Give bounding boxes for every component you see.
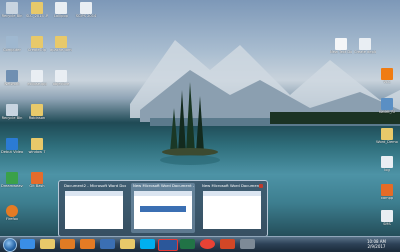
desktop-icon-git[interactable]: Git Bash bbox=[26, 172, 48, 188]
desktop-icon-file[interactable]: objective bbox=[50, 70, 72, 86]
desktop-icon-file[interactable]: Create deployment bbox=[354, 38, 376, 54]
folder-icon bbox=[381, 128, 393, 140]
document-image bbox=[140, 206, 186, 212]
text-file-icon bbox=[335, 38, 347, 50]
desktop-icon-xampp[interactable]: xampp bbox=[376, 184, 398, 200]
app-icon[interactable] bbox=[240, 239, 255, 249]
taskbar: 10:08 AM 2/9/2017 bbox=[0, 236, 400, 252]
desktop-icon-network[interactable]: Network bbox=[1, 70, 23, 86]
taskbar-preview-panel: Document2 - Microsoft Word Document New … bbox=[58, 180, 268, 236]
system-clock[interactable]: 10:08 AM 2/9/2017 bbox=[367, 239, 386, 249]
ie-icon[interactable] bbox=[20, 239, 35, 249]
desktop-icon-folder[interactable]: window 7 bbox=[26, 138, 48, 154]
media-player-icon[interactable] bbox=[60, 239, 75, 249]
network-icon bbox=[6, 70, 18, 82]
desktop-icon-vlc[interactable]: VLC bbox=[376, 68, 398, 84]
skype-icon[interactable] bbox=[140, 239, 155, 249]
recycle-bin-icon bbox=[6, 2, 18, 14]
desktop-icon-file[interactable]: eclipse.ipp bbox=[26, 70, 48, 86]
computer-icon bbox=[6, 36, 18, 48]
dreamweaver-icon bbox=[6, 172, 18, 184]
desktop-icon-folder[interactable]: CreateTrip bbox=[26, 36, 48, 52]
desktop-icon-folder[interactable]: apache-tomcat bbox=[50, 36, 72, 52]
desktop-icon-computer[interactable]: Computer bbox=[1, 36, 23, 52]
window-thumbnail-active[interactable]: New Microsoft Word Document - Microsoft … bbox=[131, 183, 195, 233]
window-thumbnail[interactable]: Document2 - Microsoft Word Document bbox=[62, 183, 126, 233]
desktop-icon-folder[interactable]: SLC_2014 .RRF bbox=[26, 2, 48, 18]
document-preview bbox=[134, 191, 192, 229]
desktop-icon-recycle-bin[interactable]: Recycle Bin bbox=[1, 2, 23, 18]
thumbnail-title: New Microsoft Word Document - Microsoft … bbox=[133, 183, 195, 188]
desktop-icon-folder[interactable]: Robinson bbox=[26, 104, 48, 120]
document-preview bbox=[203, 191, 261, 229]
file-icon bbox=[381, 156, 393, 168]
explorer-icon[interactable] bbox=[40, 239, 55, 249]
desktop-icon-text-file[interactable]: New Text Document bbox=[330, 38, 352, 54]
desktop-icon-app[interactable]: Kedrit_Rl bbox=[376, 98, 398, 114]
folder-icon bbox=[55, 36, 67, 48]
file-icon bbox=[55, 2, 67, 14]
desktop-icon-file[interactable]: SCIPS 2014 bbox=[75, 2, 97, 18]
close-icon[interactable] bbox=[259, 184, 263, 188]
chrome-icon[interactable] bbox=[200, 239, 215, 249]
desktop-icon-folder[interactable]: Word_Demo bbox=[376, 128, 398, 144]
vlc-icon bbox=[381, 68, 393, 80]
git-icon bbox=[31, 172, 43, 184]
thumbnail-title: Document2 - Microsoft Word Document bbox=[64, 183, 126, 188]
desktop-icon-recycle-bin[interactable]: Recycle Bin bbox=[1, 104, 23, 120]
folder-icon[interactable] bbox=[120, 239, 135, 249]
recycle-bin-icon bbox=[6, 104, 18, 116]
document-preview bbox=[65, 191, 123, 229]
word-icon[interactable] bbox=[158, 239, 178, 251]
file-icon bbox=[31, 70, 43, 82]
desktop: Recycle Bin SLC_2014 .RRF Lollipop SCIPS… bbox=[0, 0, 400, 236]
file-icon bbox=[55, 70, 67, 82]
folder-icon bbox=[31, 36, 43, 48]
folder-icon bbox=[31, 2, 43, 14]
outlook-icon[interactable] bbox=[100, 239, 115, 249]
thumbnail-title: New Microsoft Word Document - Microsoft … bbox=[202, 183, 264, 188]
desktop-icon-file[interactable]: Lollipop bbox=[50, 2, 72, 18]
desktop-icon-dreamweaver[interactable]: Dreamweaver CS5 bbox=[1, 172, 23, 188]
desktop-icon-firefox[interactable]: Firefox bbox=[1, 205, 23, 221]
excel-icon[interactable] bbox=[180, 239, 195, 249]
folder-icon bbox=[31, 138, 43, 150]
folder-icon bbox=[31, 104, 43, 116]
firefox-icon[interactable] bbox=[80, 239, 95, 249]
file-icon bbox=[359, 38, 371, 50]
powerpoint-icon[interactable] bbox=[220, 239, 235, 249]
file-icon bbox=[381, 210, 393, 222]
video-icon bbox=[6, 138, 18, 150]
clock-date: 2/9/2017 bbox=[367, 244, 386, 249]
desktop-icon-video[interactable]: Debut Video Capture bbox=[1, 138, 23, 154]
desktop-icon-file[interactable]: SMS bbox=[376, 210, 398, 226]
file-icon bbox=[80, 2, 92, 14]
window-thumbnail[interactable]: New Microsoft Word Document - Microsoft … bbox=[200, 183, 264, 233]
app-icon bbox=[381, 98, 393, 110]
desktop-icon-file[interactable]: log bbox=[376, 156, 398, 172]
firefox-icon bbox=[6, 205, 18, 217]
xampp-icon bbox=[381, 184, 393, 196]
